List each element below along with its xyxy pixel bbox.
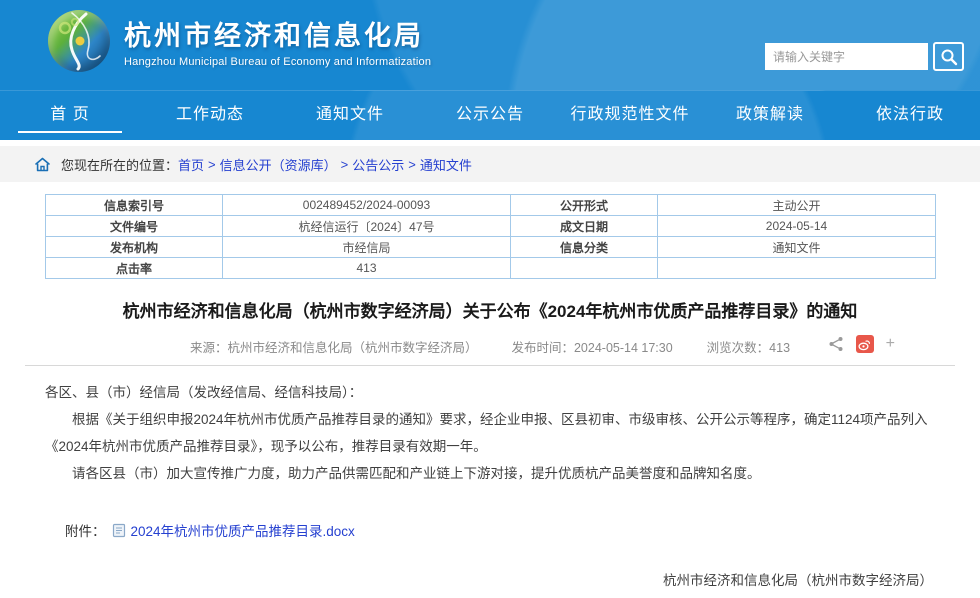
weibo-share-icon[interactable] [856, 335, 874, 353]
article-source: 来源：杭州市经济和信息化局（杭州市数字经济局） [190, 337, 478, 356]
search-button[interactable] [933, 42, 964, 71]
document-info-table: 信息索引号 002489452/2024-00093 公开形式 主动公开 文件编… [45, 194, 936, 279]
info-value-publisher: 市经信局 [223, 237, 511, 258]
breadcrumb-link-home[interactable]: 首页 [178, 155, 204, 174]
breadcrumb: 您现在所在的位置： 首页 > 信息公开（资源库） > 公告公示 > 通知文件 [0, 146, 980, 182]
search-icon [940, 48, 958, 66]
info-label-date-written: 成文日期 [511, 216, 658, 237]
info-value-date-written: 2024-05-14 [658, 216, 936, 237]
share-toolbar: + [828, 335, 895, 353]
info-label-publisher: 发布机构 [46, 237, 223, 258]
site-search [765, 42, 964, 71]
table-row: 点击率 413 [46, 258, 936, 279]
info-label-category: 信息分类 [511, 237, 658, 258]
bureau-logo-icon [48, 10, 110, 72]
article-body: 各区、县（市）经信局（发改经信局、经信科技局）： 根据《关于组织申报2024年杭… [45, 379, 935, 487]
site-title: 杭州市经济和信息化局 [124, 14, 431, 53]
top-banner: 杭州市经济和信息化局 Hangzhou Municipal Bureau of … [0, 0, 980, 90]
body-paragraph: 请各区县（市）加大宣传推广力度，助力产品供需匹配和产业链上下游对接，提升优质杭产… [45, 460, 935, 487]
breadcrumb-link-info-disclosure[interactable]: 信息公开（资源库） [220, 155, 337, 174]
article-view-count: 浏览次数：413 [707, 337, 790, 356]
more-share-icon[interactable]: + [886, 336, 895, 352]
attachment-label: 附件： [65, 520, 106, 540]
article-meta-bar: 来源：杭州市经济和信息化局（杭州市数字经济局） 发布时间：2024-05-14 … [25, 337, 955, 366]
signature-org: 杭州市经济和信息化局（杭州市数字经济局） [45, 569, 933, 589]
salutation-paragraph: 各区、县（市）经信局（发改经信局、经信科技局）： [45, 379, 935, 406]
document-icon [112, 523, 126, 538]
info-label-doc-number: 文件编号 [46, 216, 223, 237]
breadcrumb-link-announcements[interactable]: 公告公示 [352, 155, 404, 174]
nav-item-work-news[interactable]: 工作动态 [140, 91, 280, 140]
share-icon[interactable] [828, 336, 844, 352]
table-row: 发布机构 市经信局 信息分类 通知文件 [46, 237, 936, 258]
article-container: 信息索引号 002489452/2024-00093 公开形式 主动公开 文件编… [0, 182, 980, 598]
nav-item-lawful-admin[interactable]: 依法行政 [840, 91, 980, 140]
main-nav: 首 页 工作动态 通知文件 公示公告 行政规范性文件 政策解读 依法行政 [0, 90, 980, 140]
nav-item-notices[interactable]: 通知文件 [280, 91, 420, 140]
info-value-doc-number: 杭经信运行〔2024〕47号 [223, 216, 511, 237]
attachment-link[interactable]: 2024年杭州市优质产品推荐目录.docx [131, 520, 355, 540]
info-value-click-rate: 413 [223, 258, 511, 279]
breadcrumb-link-notices[interactable]: 通知文件 [420, 155, 472, 174]
breadcrumb-prefix: 您现在所在的位置： [61, 155, 178, 174]
article-publish-time: 发布时间：2024-05-14 17:30 [511, 337, 672, 356]
info-value-category: 通知文件 [658, 237, 936, 258]
attachment-row: 附件： 2024年杭州市优质产品推荐目录.docx [65, 520, 935, 540]
info-label-index-no: 信息索引号 [46, 195, 223, 216]
body-paragraph: 根据《关于组织申报2024年杭州市优质产品推荐目录的通知》要求，经企业申报、区县… [45, 406, 935, 460]
table-row: 信息索引号 002489452/2024-00093 公开形式 主动公开 [46, 195, 936, 216]
table-row: 文件编号 杭经信运行〔2024〕47号 成文日期 2024-05-14 [46, 216, 936, 237]
nav-item-home[interactable]: 首 页 [0, 91, 140, 140]
home-icon [34, 156, 51, 173]
nav-item-policy-interpretation[interactable]: 政策解读 [700, 91, 840, 140]
info-value-index-no: 002489452/2024-00093 [223, 195, 511, 216]
page-title: 杭州市经济和信息化局（杭州市数字经济局）关于公布《2024年杭州市优质产品推荐目… [45, 300, 935, 323]
info-label-disclosure-form: 公开形式 [511, 195, 658, 216]
site-brand[interactable]: 杭州市经济和信息化局 Hangzhou Municipal Bureau of … [48, 10, 431, 72]
breadcrumb-separator: > [341, 157, 349, 172]
breadcrumb-separator: > [408, 157, 416, 172]
search-input[interactable] [765, 43, 928, 70]
nav-item-announcements[interactable]: 公示公告 [420, 91, 560, 140]
breadcrumb-separator: > [208, 157, 216, 172]
brand-text: 杭州市经济和信息化局 Hangzhou Municipal Bureau of … [124, 14, 431, 68]
info-value-empty [658, 258, 936, 279]
signature-block: 杭州市经济和信息化局（杭州市数字经济局） 2024年5月13日 [45, 569, 935, 598]
site-title-en: Hangzhou Municipal Bureau of Economy and… [124, 56, 431, 68]
info-label-empty [511, 258, 658, 279]
info-value-disclosure-form: 主动公开 [658, 195, 936, 216]
info-label-click-rate: 点击率 [46, 258, 223, 279]
nav-item-regulatory-docs[interactable]: 行政规范性文件 [560, 91, 700, 140]
